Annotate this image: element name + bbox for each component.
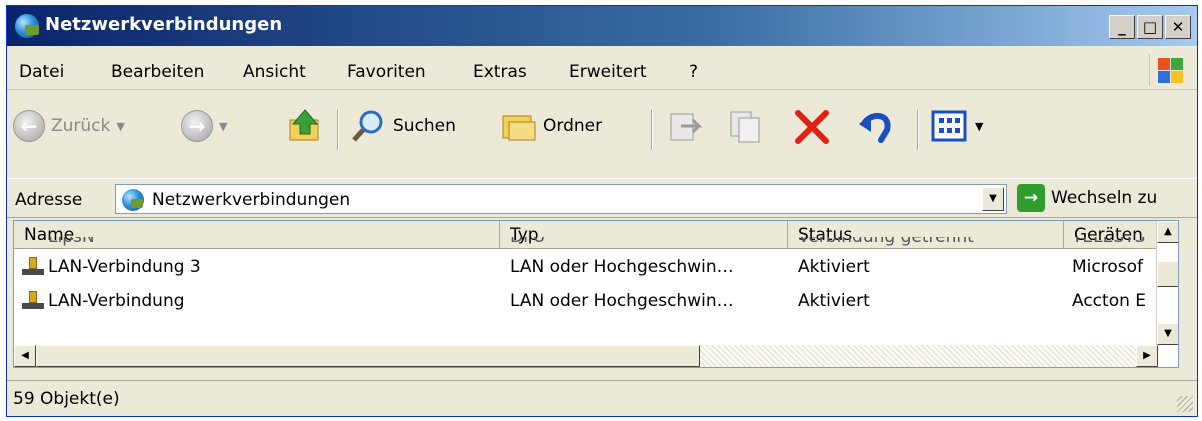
row-status: Aktiviert <box>798 257 870 277</box>
status-bar: 59 Objekt(e) <box>7 380 1197 416</box>
scroll-down-button[interactable]: ▼ <box>1157 323 1178 345</box>
toolbar-separator <box>651 110 653 150</box>
views-dropdown-icon[interactable]: ▼ <box>975 120 983 133</box>
toolbar-separator <box>337 110 339 150</box>
horizontal-scrollbar[interactable]: ◀ ▶ <box>14 345 1158 367</box>
menu-datei[interactable]: Datei <box>19 62 64 82</box>
address-bar: Adresse Netzwerkverbindungen ▼ → Wechsel… <box>7 178 1197 218</box>
go-arrow-icon: → <box>1017 184 1045 212</box>
forward-arrow-icon: → <box>181 110 213 142</box>
table-row[interactable]: LipsN DFÜ Verbindung getrennt TELESYS <box>14 237 1178 249</box>
close-button[interactable]: ✕ <box>1165 15 1191 39</box>
delete-icon <box>795 110 829 144</box>
undo-icon <box>859 112 891 143</box>
folders-button[interactable]: Ordner <box>501 108 602 144</box>
address-value[interactable]: Netzwerkverbindungen <box>152 190 350 210</box>
explorer-window: Netzwerkverbindungen _ □ ✕ Datei Bearbei… <box>6 5 1198 417</box>
object-count: 59 Objekt(e) <box>13 389 120 409</box>
search-button[interactable]: Suchen <box>351 108 456 144</box>
scroll-up-button[interactable]: ▲ <box>1157 221 1178 243</box>
scroll-thumb[interactable] <box>1157 261 1178 287</box>
toolbar-separator <box>917 110 919 150</box>
table-row[interactable]: LAN-Verbindung LAN oder Hochgeschwin… Ak… <box>14 285 1178 317</box>
menu-bar: Datei Bearbeiten Ansicht Favoriten Extra… <box>7 50 1197 90</box>
row-name: LAN-Verbindung <box>48 291 185 311</box>
views-button[interactable]: ▼ <box>931 108 983 144</box>
row-name: LAN-Verbindung 3 <box>48 257 201 277</box>
row-type: LAN oder Hochgeschwin… <box>510 291 734 311</box>
go-label: Wechseln zu <box>1051 188 1158 208</box>
back-button[interactable]: ← Zurück ▼ <box>13 110 125 142</box>
scroll-left-button[interactable]: ◀ <box>14 345 36 367</box>
row-name: LipsN <box>48 237 95 247</box>
minimize-button[interactable]: _ <box>1109 15 1135 39</box>
horizontal-scroll-thumb[interactable] <box>36 345 700 367</box>
row-device: TELESYS <box>1072 237 1146 247</box>
table-row[interactable]: LAN-Verbindung 3 LAN oder Hochgeschwin… … <box>14 251 1178 283</box>
move-to-button[interactable] <box>667 108 703 144</box>
undo-button[interactable] <box>857 108 895 146</box>
file-list[interactable]: Name Typ Status Geräten LipsN DFÜ Verbin… <box>13 220 1179 368</box>
row-device: Microsof <box>1072 257 1143 277</box>
row-type: DFÜ <box>510 237 546 247</box>
title-bar[interactable]: Netzwerkverbindungen _ □ ✕ <box>7 6 1197 46</box>
menu-favoriten[interactable]: Favoriten <box>347 62 426 82</box>
up-folder-button[interactable] <box>287 108 323 144</box>
address-field[interactable]: Netzwerkverbindungen ▼ <box>115 184 1007 214</box>
up-folder-icon <box>289 109 319 141</box>
resize-grip-icon[interactable] <box>1177 396 1193 412</box>
forward-dropdown-icon[interactable]: ▼ <box>219 120 227 133</box>
menu-help[interactable]: ? <box>689 62 698 82</box>
search-icon <box>352 110 383 142</box>
folders-icon <box>502 115 536 141</box>
address-label: Adresse <box>15 190 83 210</box>
search-label: Suchen <box>393 116 456 136</box>
delete-button[interactable] <box>793 108 831 146</box>
toolbar: ← Zurück ▼ → ▼ Suchen Ordner ▼ <box>7 92 1197 176</box>
address-dropdown-button[interactable]: ▼ <box>982 187 1004 211</box>
lan-connection-icon <box>22 257 44 277</box>
scroll-right-button[interactable]: ▶ <box>1136 345 1158 367</box>
menu-bearbeiten[interactable]: Bearbeiten <box>111 62 204 82</box>
menu-extras[interactable]: Extras <box>473 62 527 82</box>
menu-erweitert[interactable]: Erweitert <box>569 62 647 82</box>
row-device: Accton E <box>1072 291 1147 311</box>
menu-ansicht[interactable]: Ansicht <box>243 62 306 82</box>
maximize-button[interactable]: □ <box>1137 15 1163 39</box>
lan-connection-icon <box>22 291 44 311</box>
views-icon <box>931 110 967 142</box>
network-connections-icon <box>15 14 39 38</box>
vertical-scrollbar[interactable]: ▲ ▼ <box>1156 221 1178 367</box>
copy-to-icon <box>730 111 760 143</box>
folders-label: Ordner <box>543 116 603 136</box>
row-status: Verbindung getrennt <box>798 237 974 247</box>
network-connections-icon <box>122 189 144 211</box>
back-label: Zurück <box>51 116 111 136</box>
windows-logo-icon <box>1149 54 1183 86</box>
row-status: Aktiviert <box>798 291 870 311</box>
back-dropdown-icon[interactable]: ▼ <box>116 120 124 133</box>
window-title: Netzwerkverbindungen <box>45 14 283 35</box>
go-button[interactable]: → Wechseln zu <box>1017 184 1157 212</box>
row-type: LAN oder Hochgeschwin… <box>510 257 734 277</box>
move-to-icon <box>670 113 703 141</box>
forward-button[interactable]: → ▼ <box>181 110 227 142</box>
copy-to-button[interactable] <box>729 108 765 144</box>
back-arrow-icon: ← <box>13 110 45 142</box>
